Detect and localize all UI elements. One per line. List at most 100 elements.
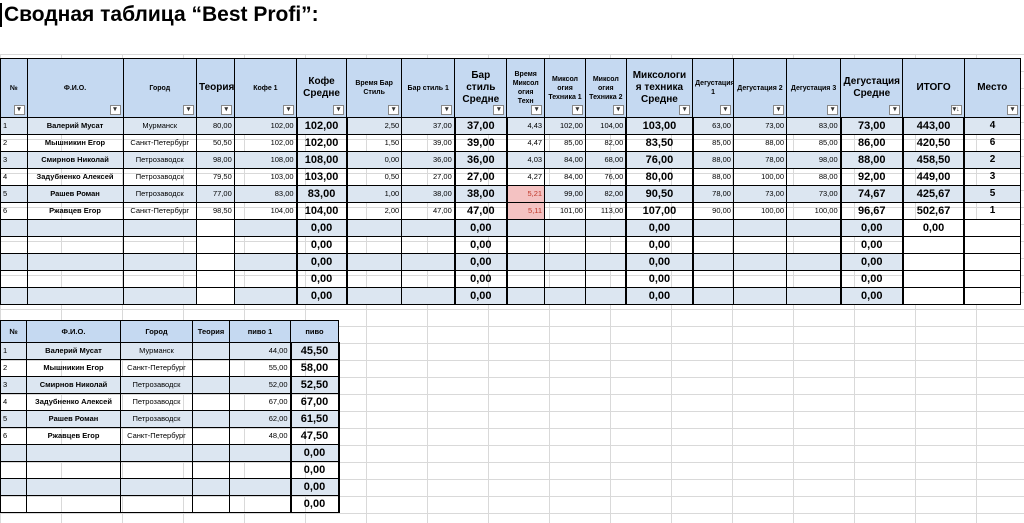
- cell-place[interactable]: 6: [963, 134, 1022, 152]
- header-mix1[interactable]: Миксол огия Техника 1 ▾: [544, 58, 586, 118]
- cell-coffee-avg[interactable]: 0,00: [295, 253, 348, 271]
- cell-deg-avg[interactable]: 0,00: [839, 287, 904, 305]
- filter-dropdown-icon[interactable]: ▾: [13, 105, 25, 115]
- cell-bar-avg[interactable]: 36,00: [453, 151, 508, 169]
- cell-mix2[interactable]: [584, 270, 627, 288]
- cell-beer[interactable]: 0,00: [289, 444, 340, 462]
- cell-total[interactable]: 0,00: [901, 219, 966, 237]
- cell-mix-avg[interactable]: 103,00: [625, 117, 694, 135]
- cell-city[interactable]: Петрозаводск: [122, 168, 197, 186]
- cell-beer1[interactable]: [229, 444, 291, 462]
- cell-city[interactable]: Петрозаводск: [120, 393, 193, 411]
- cell-time-bar[interactable]: [346, 253, 403, 271]
- cell-time-bar[interactable]: 0,00: [346, 151, 403, 169]
- cell-num[interactable]: [0, 461, 27, 479]
- cell-deg2[interactable]: 73,00: [732, 185, 788, 203]
- cell-bar-avg[interactable]: 39,00: [453, 134, 508, 152]
- filter-dropdown-icon[interactable]: ▾: [493, 105, 505, 115]
- cell-num[interactable]: 4: [0, 393, 27, 411]
- cell-num[interactable]: 5: [0, 185, 28, 203]
- filter-dropdown-icon[interactable]: ▾: [531, 105, 543, 115]
- cell-deg1[interactable]: 88,00: [692, 168, 734, 186]
- cell-deg3[interactable]: [786, 270, 842, 288]
- cell-time-mix[interactable]: 4,27: [506, 168, 546, 186]
- cell-mix-avg[interactable]: 107,00: [625, 202, 694, 220]
- cell-beer1[interactable]: 55,00: [229, 359, 291, 377]
- cell-mix-avg[interactable]: 0,00: [625, 219, 694, 237]
- cell-fio[interactable]: [26, 270, 124, 288]
- cell-bar1[interactable]: 36,00: [401, 151, 456, 169]
- filter-dropdown-icon[interactable]: ▾: [388, 105, 400, 115]
- cell-mix1[interactable]: [544, 270, 586, 288]
- cell-coffee1[interactable]: [233, 236, 298, 254]
- cell-theory[interactable]: 77,00: [196, 185, 235, 203]
- cell-num[interactable]: 5: [0, 410, 27, 428]
- header-deg2[interactable]: Дегустация 2 ▾: [732, 58, 788, 118]
- cell-total[interactable]: 443,00: [901, 117, 966, 135]
- cell-mix2[interactable]: [584, 236, 627, 254]
- header-coffee1[interactable]: Кофе 1 ▾: [233, 58, 298, 118]
- cell-beer1[interactable]: [229, 495, 291, 513]
- filter-dropdown-icon[interactable]: ▾: [889, 105, 901, 115]
- cell-deg2[interactable]: 78,00: [732, 151, 788, 169]
- cell-deg1[interactable]: 88,00: [692, 151, 734, 169]
- filter-dropdown-icon[interactable]: ▾: [679, 105, 691, 115]
- cell-theory[interactable]: [192, 495, 230, 513]
- cell-theory[interactable]: [196, 219, 235, 237]
- cell-bar-avg[interactable]: 0,00: [453, 236, 508, 254]
- header-time-bar[interactable]: Время Бар Стиль ▾: [346, 58, 403, 118]
- cell-fio[interactable]: Рашев Роман: [26, 410, 121, 428]
- cell-bar-avg[interactable]: 0,00: [453, 270, 508, 288]
- cell-theory[interactable]: [192, 478, 230, 496]
- cell-coffee-avg[interactable]: 104,00: [295, 202, 348, 220]
- cell-fio[interactable]: [26, 444, 121, 462]
- cell-time-bar[interactable]: 2,00: [346, 202, 403, 220]
- cell-deg3[interactable]: 100,00: [786, 202, 842, 220]
- cell-fio[interactable]: Задубненко Алексей: [26, 393, 121, 411]
- cell-fio[interactable]: Смирнов Николай: [26, 151, 124, 169]
- cell-theory[interactable]: [196, 270, 235, 288]
- cell-time-mix[interactable]: 4,43: [506, 117, 546, 135]
- cell-deg1[interactable]: 85,00: [692, 134, 734, 152]
- cell-place[interactable]: [963, 219, 1022, 237]
- cell-beer[interactable]: 58,00: [289, 359, 340, 377]
- cell-fio[interactable]: [26, 461, 121, 479]
- cell-bar-avg[interactable]: 0,00: [453, 287, 508, 305]
- cell-deg1[interactable]: 78,00: [692, 185, 734, 203]
- cell-deg3[interactable]: [786, 219, 842, 237]
- cell-mix1[interactable]: 101,00: [544, 202, 586, 220]
- cell-city[interactable]: [120, 461, 193, 479]
- cell-deg-avg[interactable]: 88,00: [839, 151, 904, 169]
- cell-bar-avg[interactable]: 37,00: [453, 117, 508, 135]
- filter-dropdown-icon[interactable]: ▾: [827, 105, 839, 115]
- cell-coffee1[interactable]: 108,00: [233, 151, 298, 169]
- cell-coffee-avg[interactable]: 0,00: [295, 287, 348, 305]
- header-deg3[interactable]: Дегустация 3 ▾: [786, 58, 842, 118]
- cell-deg1[interactable]: 63,00: [692, 117, 734, 135]
- cell-time-bar[interactable]: [346, 287, 403, 305]
- sort-filter-dropdown-icon[interactable]: ▾↓: [950, 105, 962, 115]
- cell-bar1[interactable]: [401, 219, 456, 237]
- cell-time-mix[interactable]: 5,21: [506, 185, 546, 203]
- cell-city[interactable]: Санкт-Петербург: [122, 202, 197, 220]
- cell-deg3[interactable]: 73,00: [786, 185, 842, 203]
- cell-fio[interactable]: Задубненко Алексей: [26, 168, 124, 186]
- cell-mix2[interactable]: 82,00: [584, 185, 627, 203]
- cell-mix2[interactable]: 68,00: [584, 151, 627, 169]
- cell-theory[interactable]: [196, 253, 235, 271]
- filter-dropdown-icon[interactable]: ▾: [183, 105, 194, 115]
- cell-place[interactable]: [963, 287, 1022, 305]
- cell-fio[interactable]: Мышникин Егор: [26, 134, 124, 152]
- filter-dropdown-icon[interactable]: ▾: [283, 105, 295, 115]
- header-time-mix[interactable]: Время Миксол огия Техн ▾: [506, 58, 546, 118]
- cell-deg1[interactable]: [692, 270, 734, 288]
- cell-coffee-avg[interactable]: 103,00: [295, 168, 348, 186]
- cell-place[interactable]: 2: [963, 151, 1022, 169]
- cell-city[interactable]: [122, 219, 197, 237]
- cell-deg3[interactable]: [786, 236, 842, 254]
- cell-deg-avg[interactable]: 86,00: [839, 134, 904, 152]
- cell-coffee1[interactable]: [233, 253, 298, 271]
- cell-fio[interactable]: [26, 219, 124, 237]
- header-num[interactable]: №: [0, 320, 27, 343]
- header-beer1[interactable]: пиво 1: [229, 320, 291, 343]
